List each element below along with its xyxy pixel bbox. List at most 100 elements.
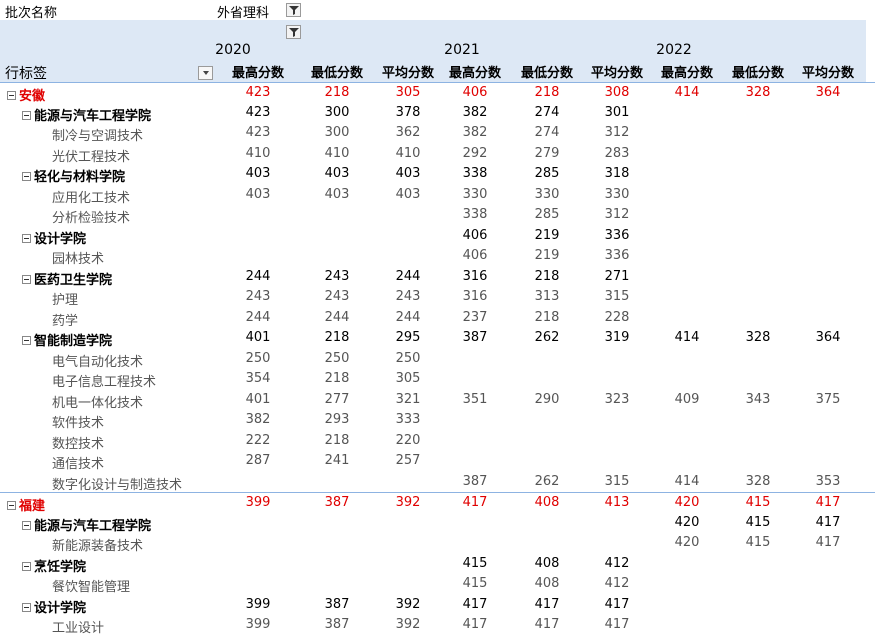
college-row: 智能制造学院 401 218 295 387 262 319 414 328 364 <box>0 328 875 349</box>
row-label-text: 光伏工程技术 <box>52 149 131 165</box>
major-row: 制冷与空调技术 423 300 362 382 274 312 <box>0 123 875 144</box>
value-cell: 338 <box>462 166 488 181</box>
year-header-2021: 2021 <box>444 42 480 58</box>
row-label: 应用化工技术 <box>52 187 130 206</box>
value-cell: 417 <box>462 495 488 510</box>
value-cell: 410 <box>245 145 271 161</box>
major-row: 药学 244 244 244 237 218 228 <box>0 308 875 329</box>
collapse-icon[interactable] <box>22 602 31 612</box>
value-cell: 243 <box>395 289 421 304</box>
value-cell: 312 <box>604 207 630 222</box>
row-label-text: 新能源装备技术 <box>52 539 144 554</box>
value-cell: 316 <box>462 289 488 304</box>
value-cell: 222 <box>245 432 271 448</box>
year-header-2022: 2022 <box>656 42 692 58</box>
value-cell: 262 <box>534 330 560 345</box>
college-row: 轻化与材料学院 403 403 403 338 285 318 <box>0 164 875 185</box>
row-label-text: 护理 <box>52 293 79 308</box>
major-row: 护理 243 243 243 316 313 315 <box>0 287 875 308</box>
row-label-text: 机电一体化技术 <box>52 395 144 411</box>
row-label-text: 设计学院 <box>34 600 87 616</box>
college-row: 设计学院 406 219 336 <box>0 226 875 247</box>
pivot-table: 批次名称 外省理科 2020 2021 2022 行标签 最高分数 最低分数 平均分… <box>0 0 875 636</box>
value-cell: 415 <box>745 535 771 550</box>
value-cell: 323 <box>604 391 630 407</box>
value-cell: 315 <box>604 289 630 304</box>
value-cell: 315 <box>604 473 630 489</box>
value-cell: 250 <box>245 350 271 366</box>
value-cell: 364 <box>815 330 841 345</box>
row-label-text: 应用化工技术 <box>52 190 131 206</box>
collapse-icon[interactable] <box>22 520 31 530</box>
value-cell: 244 <box>324 309 350 325</box>
value-cell: 336 <box>604 227 630 243</box>
collapse-icon[interactable] <box>22 233 31 243</box>
value-cell: 415 <box>462 555 488 571</box>
value-cell: 330 <box>534 186 560 202</box>
filter-value: 外省理科 <box>217 6 270 21</box>
row-label: 新能源装备技术 <box>52 535 143 554</box>
row-label: 软件技术 <box>52 412 104 431</box>
value-cell: 318 <box>604 166 630 181</box>
collapse-icon[interactable] <box>22 336 31 345</box>
filter-dropdown-button[interactable] <box>286 3 301 17</box>
value-cell: 417 <box>815 495 841 510</box>
measure-header: 最高分数 <box>448 66 501 81</box>
collapse-icon[interactable] <box>7 501 16 510</box>
major-row: 软件技术 382 293 333 <box>0 410 875 431</box>
row-label: 能源与汽车工程学院 <box>22 105 151 124</box>
collapse-icon[interactable] <box>22 110 31 120</box>
row-label: 工业设计 <box>52 617 104 636</box>
collapse-icon[interactable] <box>7 91 16 100</box>
row-label-text: 烹饪学院 <box>34 559 87 575</box>
value-cell: 343 <box>745 391 771 407</box>
collapse-icon[interactable] <box>22 561 31 571</box>
value-cell: 218 <box>534 309 560 325</box>
value-cell: 420 <box>674 495 700 510</box>
value-cell: 218 <box>324 85 350 100</box>
value-cell: 244 <box>245 309 271 325</box>
row-label-text: 电子信息工程技术 <box>52 375 157 390</box>
row-label: 护理 <box>52 289 78 308</box>
row-label-text: 药学 <box>52 313 79 329</box>
value-cell: 338 <box>462 207 488 222</box>
value-cell: 414 <box>674 473 700 489</box>
major-row: 数字化设计与制造技术 387 262 315 414 328 353 <box>0 472 875 493</box>
value-cell: 228 <box>604 309 630 325</box>
major-row: 电气自动化技术 250 250 250 <box>0 349 875 370</box>
value-cell: 220 <box>395 432 421 448</box>
value-cell: 364 <box>815 85 841 100</box>
row-labels-header: 行标签 <box>5 66 47 82</box>
value-cell: 415 <box>745 495 771 510</box>
value-cell: 244 <box>245 268 271 284</box>
column-filter-button[interactable] <box>286 25 301 39</box>
value-cell: 362 <box>395 125 421 140</box>
row-label: 电气自动化技术 <box>52 351 143 370</box>
value-cell: 244 <box>395 268 421 284</box>
value-cell: 277 <box>324 391 350 407</box>
value-cell: 336 <box>604 248 630 263</box>
major-row: 新能源装备技术 420 415 417 <box>0 533 875 554</box>
value-cell: 241 <box>324 453 350 468</box>
row-label: 福建 <box>7 495 45 514</box>
value-cell: 243 <box>245 289 271 304</box>
value-cell: 406 <box>462 85 488 100</box>
value-cell: 262 <box>534 473 560 489</box>
value-cell: 399 <box>245 617 271 632</box>
value-cell: 403 <box>324 186 350 202</box>
collapse-icon[interactable] <box>22 274 31 284</box>
value-cell: 321 <box>395 391 421 407</box>
value-cell: 387 <box>324 617 350 632</box>
value-cell: 408 <box>534 555 560 571</box>
row-labels-dropdown-button[interactable] <box>198 66 213 80</box>
measure-header: 最低分数 <box>731 66 784 81</box>
measure-header: 最低分数 <box>310 66 363 81</box>
row-label-text: 餐饮智能管理 <box>52 580 131 595</box>
collapse-icon[interactable] <box>22 172 31 181</box>
value-cell: 305 <box>395 85 421 100</box>
value-cell: 382 <box>462 125 488 140</box>
value-cell: 414 <box>674 85 700 100</box>
value-cell: 409 <box>674 391 700 407</box>
college-row: 医药卫生学院 244 243 244 316 218 271 <box>0 267 875 288</box>
value-cell: 279 <box>534 145 560 161</box>
